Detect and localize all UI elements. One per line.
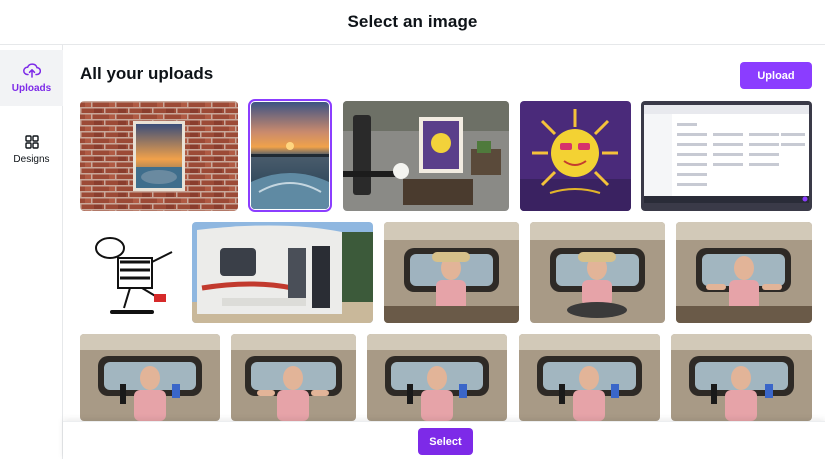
sidebar-item-label: Designs <box>13 154 50 165</box>
camper-trailer-photo[interactable] <box>192 222 373 323</box>
brick-wall-sunset-photo[interactable] <box>80 101 238 211</box>
sunset-boat-photo[interactable] <box>248 99 332 212</box>
sidebar-item-uploads[interactable]: Uploads <box>0 50 63 106</box>
woman-holding-items-photo-3[interactable] <box>367 334 507 421</box>
dialog-header: Select an image <box>0 0 825 45</box>
app-screenshot[interactable] <box>641 101 812 211</box>
sidebar: Uploads Designs <box>0 45 63 459</box>
cloud-upload-icon <box>22 62 41 78</box>
woman-in-van-photo-2[interactable] <box>530 222 665 323</box>
select-button[interactable]: Select <box>418 428 473 455</box>
grid-icon <box>24 135 39 149</box>
sun-painting-on-table-photo[interactable] <box>343 101 509 211</box>
woman-holding-items-photo-4[interactable] <box>519 334 660 421</box>
sidebar-item-label: Uploads <box>11 83 52 94</box>
woman-in-van-photo-3[interactable] <box>676 222 812 323</box>
dialog-title: Select an image <box>347 12 478 31</box>
uploads-heading: All your uploads <box>80 64 214 83</box>
zebra-skateboard-drawing[interactable] <box>80 222 181 323</box>
woman-in-van-photo-1[interactable] <box>384 222 519 323</box>
woman-holding-items-photo-1[interactable] <box>80 334 220 421</box>
woman-holding-items-photo-2[interactable] <box>231 334 356 421</box>
sun-cartoon-illustration[interactable] <box>520 101 631 211</box>
woman-holding-items-photo-5[interactable] <box>671 334 812 421</box>
sidebar-item-designs[interactable]: Designs <box>0 122 63 178</box>
upload-button[interactable]: Upload <box>740 62 812 89</box>
